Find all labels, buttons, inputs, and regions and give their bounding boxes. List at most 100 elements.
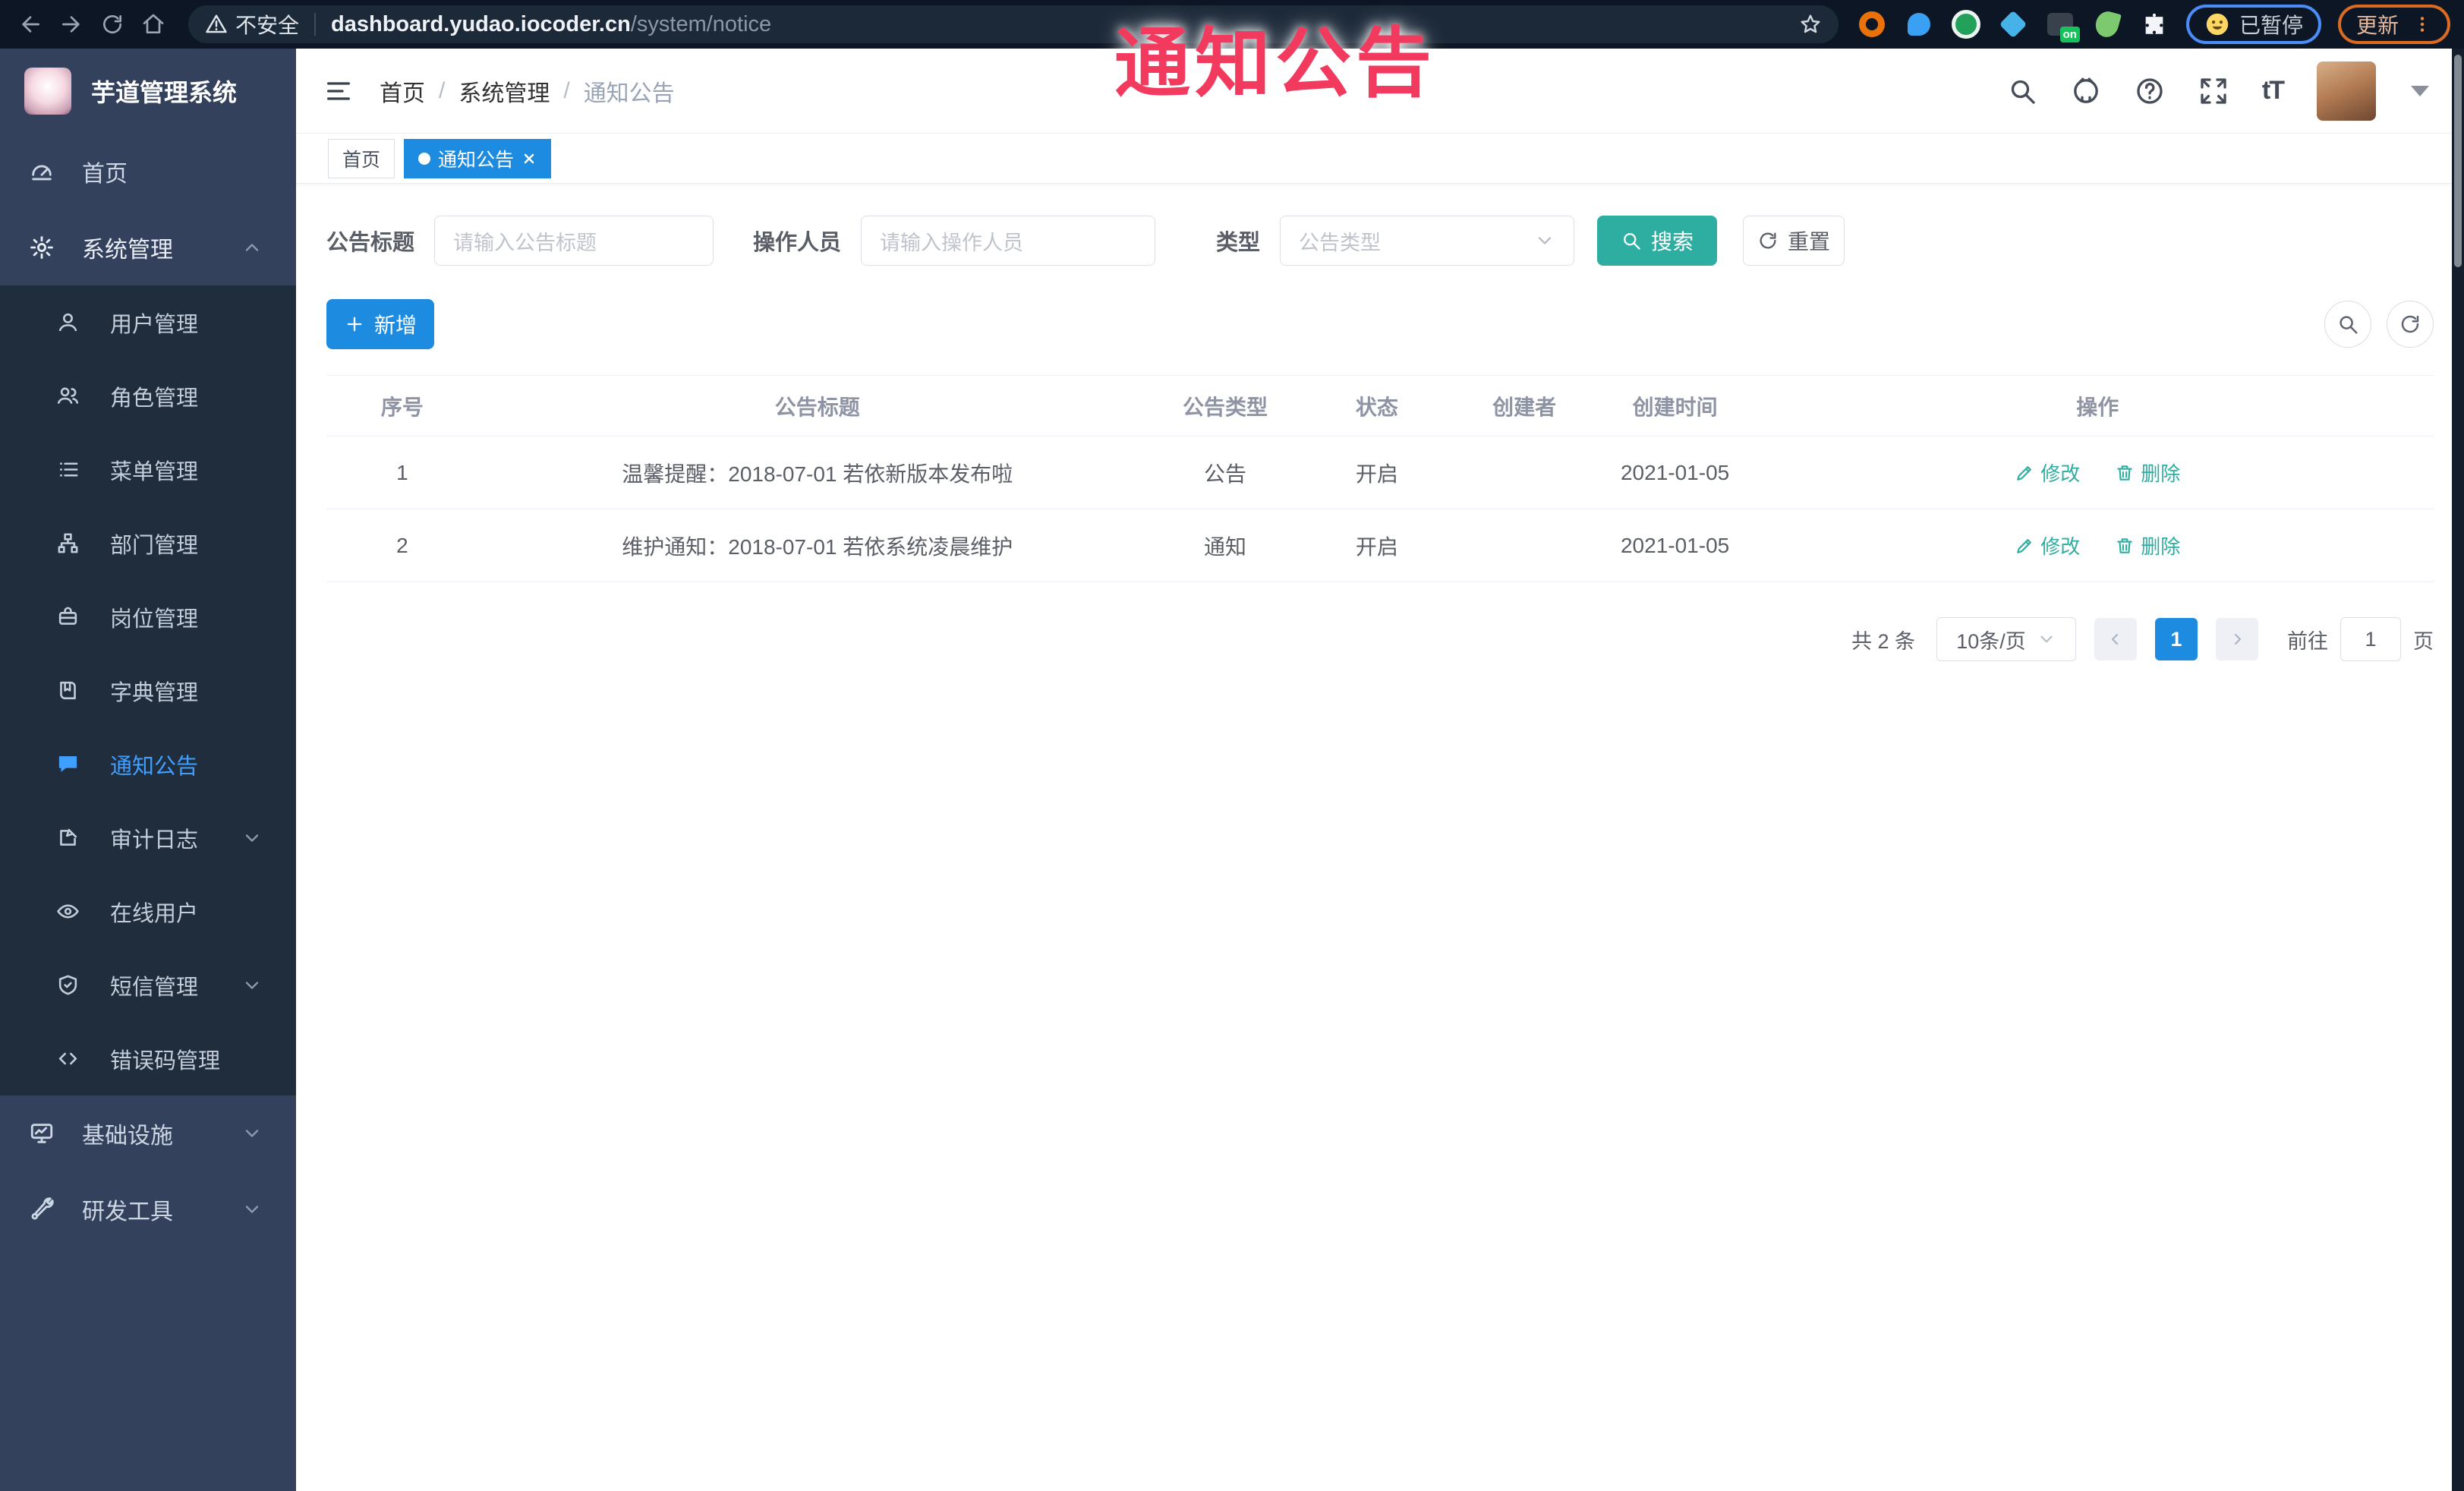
- page-size-select[interactable]: 10条/页: [1936, 617, 2076, 661]
- sub-item-label: 字典管理: [110, 680, 199, 705]
- security-warning[interactable]: 不安全: [205, 9, 299, 39]
- chevron-down-icon: [241, 1123, 263, 1144]
- app-title: 芋道管理系统: [91, 79, 238, 106]
- cell-no: 2: [326, 509, 478, 582]
- help-icon[interactable]: [2135, 76, 2165, 106]
- avatar-caret-icon[interactable]: [2411, 85, 2429, 96]
- sidebar-item-user-mgmt[interactable]: 用户管理: [0, 285, 296, 359]
- extension-green-icon[interactable]: [1951, 9, 1981, 39]
- title-placeholder: 请输入公告标题: [453, 231, 597, 254]
- font-size-icon[interactable]: tT: [2262, 76, 2285, 106]
- edit-log-icon: [56, 826, 80, 850]
- page-scrollbar[interactable]: [2452, 49, 2464, 1491]
- browser-back-icon[interactable]: [14, 8, 47, 41]
- extension-area: on 已暂停 更新: [1857, 5, 2450, 44]
- profile-paused-badge[interactable]: 已暂停: [2185, 5, 2321, 44]
- hamburger-icon[interactable]: [323, 76, 354, 106]
- app-logo-row[interactable]: 芋道管理系统: [0, 49, 296, 134]
- address-bar[interactable]: 不安全 dashboard.yudao.iocoder.cn/system/no…: [188, 5, 1839, 43]
- cell-title: 温馨提醒：2018-07-01 若依新版本发布啦: [477, 436, 1157, 509]
- sidebar-item-audit-log[interactable]: 审计日志: [0, 801, 296, 875]
- chevron-down-icon: [2037, 629, 2056, 649]
- operator-filter-input[interactable]: 请输入操作人员: [861, 216, 1156, 266]
- type-select[interactable]: 公告类型: [1280, 216, 1575, 266]
- breadcrumb-system[interactable]: 系统管理: [458, 74, 550, 108]
- chevron-right-icon: [2228, 630, 2246, 648]
- edit-link[interactable]: 修改: [2015, 459, 2080, 487]
- add-button[interactable]: 新增: [326, 299, 434, 349]
- tag-home[interactable]: 首页: [328, 138, 395, 178]
- tag-label: 通知公告: [438, 149, 515, 171]
- page-number-1[interactable]: 1: [2155, 618, 2198, 660]
- close-icon[interactable]: [521, 151, 537, 166]
- sidebar-item-home[interactable]: 首页: [0, 134, 296, 210]
- extension-diamond-icon[interactable]: [1998, 9, 2028, 39]
- search-button[interactable]: 搜索: [1597, 216, 1718, 266]
- sidebar-item-online-users[interactable]: 在线用户: [0, 875, 296, 948]
- url-path: /system/notice: [630, 11, 772, 36]
- gear-icon: [29, 235, 55, 260]
- sidebar-item-notice[interactable]: 通知公告: [0, 727, 296, 801]
- refresh-icon: [2399, 313, 2421, 336]
- warning-icon: [205, 13, 228, 36]
- sub-item-label: 部门管理: [110, 533, 199, 558]
- sidebar-item-errorcode-mgmt[interactable]: 错误码管理: [0, 1022, 296, 1095]
- fullscreen-icon[interactable]: [2198, 76, 2229, 106]
- refresh-table-button[interactable]: [2387, 301, 2434, 348]
- filter-form: 公告标题 请输入公告标题 操作人员 请输入操作人员 类型 公告类型 搜索 重置: [326, 216, 2434, 266]
- url-text: dashboard.yudao.iocoder.cn/system/notice: [331, 12, 1799, 37]
- sidebar-item-post-mgmt[interactable]: 岗位管理: [0, 580, 296, 654]
- sidebar-item-dict-mgmt[interactable]: 字典管理: [0, 654, 296, 727]
- browser-menu-icon[interactable]: [2412, 14, 2432, 34]
- sidebar-item-dept-mgmt[interactable]: 部门管理: [0, 506, 296, 580]
- edit-link[interactable]: 修改: [2015, 531, 2080, 560]
- sidebar-item-label: 研发工具: [82, 1199, 173, 1225]
- sidebar-item-devtools[interactable]: 研发工具: [0, 1171, 296, 1247]
- goto-page-input[interactable]: [2340, 617, 2401, 661]
- browser-update-button[interactable]: 更新: [2337, 5, 2450, 44]
- extension-switch-icon[interactable]: on: [2045, 9, 2080, 43]
- extension-orange-icon[interactable]: [1857, 9, 1887, 39]
- reset-button[interactable]: 重置: [1743, 216, 1845, 266]
- pencil-icon: [2015, 536, 2034, 556]
- delete-label: 删除: [2141, 462, 2181, 485]
- tag-notice-active[interactable]: 通知公告: [404, 138, 552, 178]
- sidebar-item-sms-mgmt[interactable]: 短信管理: [0, 948, 296, 1022]
- extensions-puzzle-icon[interactable]: [2139, 9, 2169, 39]
- toggle-search-button[interactable]: [2324, 301, 2371, 348]
- briefcase-icon: [56, 605, 80, 629]
- chevron-left-icon: [2106, 630, 2125, 648]
- delete-link[interactable]: 删除: [2115, 531, 2180, 560]
- sidebar-item-system[interactable]: 系统管理: [0, 210, 296, 285]
- cell-created: 2021-01-05: [1588, 509, 1762, 582]
- sidebar-item-role-mgmt[interactable]: 角色管理: [0, 359, 296, 433]
- sidebar: 芋道管理系统 首页 系统管理 用户管理 角色管理 菜单管理 部门管理 岗位管理 …: [0, 49, 296, 1491]
- chevron-up-icon: [241, 237, 263, 258]
- refresh-icon: [1757, 230, 1779, 251]
- extension-leaf-icon[interactable]: [2092, 8, 2122, 40]
- scrollbar-thumb[interactable]: [2454, 55, 2462, 267]
- browser-reload-icon[interactable]: [96, 8, 129, 41]
- col-created: 创建时间: [1588, 375, 1762, 437]
- github-icon[interactable]: [2071, 76, 2101, 106]
- bookmark-star-icon[interactable]: [1799, 13, 1822, 36]
- delete-link[interactable]: 删除: [2115, 459, 2180, 487]
- browser-home-icon[interactable]: [137, 8, 170, 41]
- next-page-button[interactable]: [2216, 618, 2258, 660]
- sub-item-label: 审计日志: [110, 827, 199, 853]
- sidebar-item-infra[interactable]: 基础设施: [0, 1095, 296, 1171]
- breadcrumb: 首页 / 系统管理 / 通知公告: [380, 74, 675, 108]
- title-filter-input[interactable]: 请输入公告标题: [434, 216, 714, 266]
- cell-creator: [1460, 509, 1589, 582]
- prev-page-button[interactable]: [2094, 618, 2137, 660]
- user-avatar[interactable]: [2317, 61, 2376, 121]
- header-search-icon[interactable]: [2007, 76, 2037, 106]
- cell-type: 通知: [1156, 509, 1294, 582]
- search-icon: [1621, 230, 1642, 251]
- browser-forward-icon[interactable]: [55, 8, 88, 41]
- search-icon: [2336, 313, 2359, 336]
- pagination: 共 2 条 10条/页 1 前往 页: [326, 617, 2434, 661]
- extension-pin-icon[interactable]: [1904, 9, 1934, 39]
- breadcrumb-home[interactable]: 首页: [380, 74, 425, 108]
- sidebar-item-menu-mgmt[interactable]: 菜单管理: [0, 433, 296, 506]
